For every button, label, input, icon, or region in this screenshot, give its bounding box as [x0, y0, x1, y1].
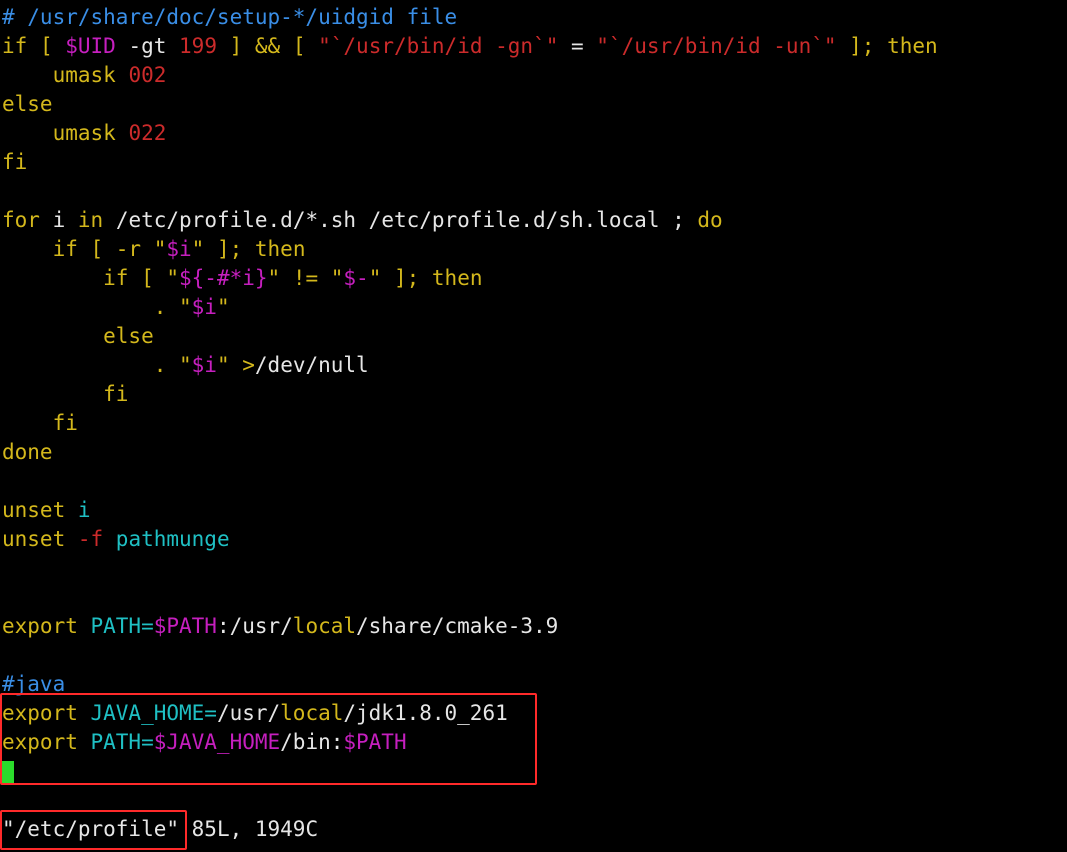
keyword: if: [2, 266, 129, 290]
empty-line: [2, 583, 1067, 612]
bracket: ];: [836, 34, 888, 58]
option-flag: -f: [65, 527, 104, 551]
empty-line: [2, 177, 1067, 206]
code-line: if [ "${-#*i}" != "$-" ]; then: [2, 264, 1067, 293]
status-file-info: 85L, 1949C: [179, 817, 319, 841]
keyword: in: [77, 208, 104, 232]
code-line: if [ $UID -gt 199 ] && [ "`/usr/bin/id -…: [2, 32, 1067, 61]
keyword: then: [254, 237, 306, 261]
code-line: # /usr/share/doc/setup-*/uidgid file: [2, 3, 1067, 32]
code-line: . "$i" >/dev/null: [2, 351, 1067, 380]
variable: $i: [191, 353, 217, 377]
code-line: if [ -r "$i" ]; then: [2, 235, 1067, 264]
path-text: /share/cmake-3.9: [356, 614, 559, 638]
bracket: [: [27, 34, 66, 58]
identifier: PATH=: [77, 614, 154, 638]
code-line: . "$i": [2, 293, 1067, 322]
keyword: if: [2, 237, 78, 261]
path-text: /dev/null: [254, 353, 369, 377]
code-line: fi: [2, 411, 78, 435]
number: 002: [128, 63, 167, 87]
keyword: do: [697, 208, 723, 232]
variable: $i: [191, 295, 217, 319]
vim-editor-buffer[interactable]: # /usr/share/doc/setup-*/uidgid file if …: [2, 3, 1067, 786]
code-line: else: [2, 324, 154, 348]
bracket: [ ": [128, 266, 180, 290]
dot-source: . ": [2, 353, 192, 377]
keyword: local: [292, 614, 357, 638]
filename-highlight-box: [0, 810, 187, 850]
code-line: for i in /etc/profile.d/*.sh /etc/profil…: [2, 206, 1067, 235]
quote: ": [216, 295, 230, 319]
variable: $i: [166, 237, 192, 261]
code-line: unset -f pathmunge: [2, 525, 1067, 554]
variable: $PATH: [153, 614, 217, 638]
operator: =: [558, 34, 597, 58]
code-line: export PATH=$PATH:/usr/local/share/cmake…: [2, 612, 1067, 641]
operator: -gt: [115, 34, 180, 58]
path-text: /etc/profile.d/*.sh /etc/profile.d/sh.lo…: [103, 208, 698, 232]
keyword: then: [887, 34, 938, 58]
keyword: for: [2, 208, 40, 232]
identifier: pathmunge: [103, 527, 230, 551]
redirect: >: [242, 353, 255, 377]
quote: ": [216, 353, 243, 377]
code-line: fi: [2, 150, 28, 174]
dot-source: . ": [2, 295, 192, 319]
variable: $UID: [65, 34, 116, 58]
variable: $-: [343, 266, 369, 290]
identifier: i: [39, 208, 78, 232]
comment: # /usr/share/doc/setup-*/uidgid file: [2, 5, 458, 29]
bracket: ] && [: [216, 34, 319, 58]
variable: ${-#*i}: [179, 266, 268, 290]
empty-line: [2, 467, 1067, 496]
path-text: :/usr/: [216, 614, 293, 638]
bracket: " ];: [368, 266, 432, 290]
keyword: umask: [2, 121, 129, 145]
keyword: then: [431, 266, 483, 290]
code-line: umask 022: [2, 119, 1067, 148]
operator: " != ": [267, 266, 344, 290]
string: "`/usr/bin/id -un`": [596, 34, 837, 58]
number: 199: [179, 34, 217, 58]
keyword: unset: [2, 498, 66, 522]
code-line: fi: [2, 382, 129, 406]
number: 022: [128, 121, 167, 145]
identifier: i: [65, 498, 91, 522]
string: "`/usr/bin/id -gn`": [318, 34, 559, 58]
code-line: umask 002: [2, 61, 1067, 90]
keyword: umask: [2, 63, 129, 87]
keyword: export: [2, 614, 78, 638]
code-line: else: [2, 92, 53, 116]
bracket: " ];: [191, 237, 255, 261]
code-line: unset i: [2, 496, 1067, 525]
empty-line: [2, 641, 1067, 670]
java-block-highlight-box: [0, 693, 537, 785]
keyword: if: [2, 34, 28, 58]
code-line: done: [2, 440, 53, 464]
bracket: [ -r ": [77, 237, 167, 261]
keyword: unset: [2, 527, 66, 551]
empty-line: [2, 554, 1067, 583]
